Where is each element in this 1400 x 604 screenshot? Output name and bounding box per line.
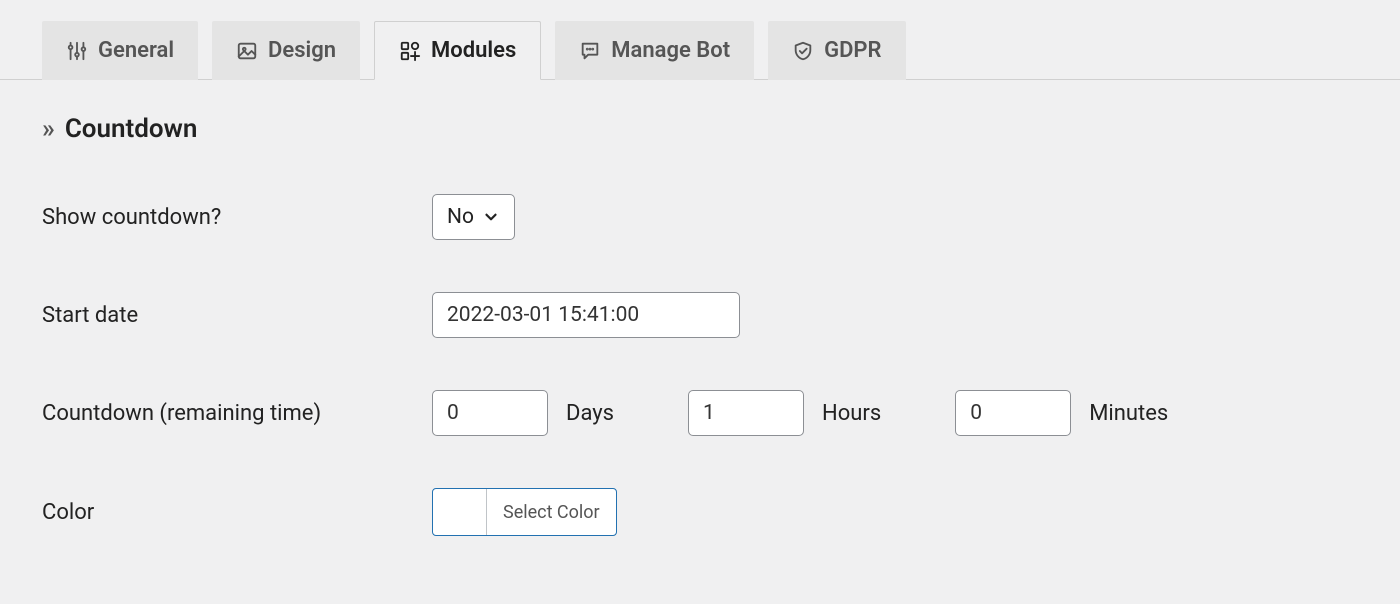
field-remaining-time: Days Hours Minutes: [432, 390, 1168, 436]
chat-icon: [579, 40, 601, 62]
field-show-countdown: No: [432, 194, 515, 240]
chevron-down-icon: [482, 208, 500, 226]
tab-manage-bot[interactable]: Manage Bot: [555, 21, 754, 80]
label-start-date: Start date: [42, 303, 432, 328]
image-icon: [236, 40, 258, 62]
row-remaining-time: Countdown (remaining time) Days Hours Mi…: [0, 364, 1400, 462]
tab-label: Manage Bot: [611, 38, 730, 63]
breadcrumb-raquo: »: [42, 114, 55, 144]
field-color: Select Color: [432, 488, 617, 536]
select-value: No: [447, 205, 474, 229]
tab-label: General: [98, 38, 174, 63]
section-title-text: Countdown: [65, 114, 198, 144]
input-days[interactable]: [432, 390, 548, 436]
label-color: Color: [42, 500, 432, 525]
color-picker-text: Select Color: [487, 502, 616, 523]
tab-general[interactable]: General: [42, 21, 198, 80]
row-color: Color Select Color: [0, 462, 1400, 562]
tab-modules[interactable]: Modules: [374, 21, 541, 80]
select-show-countdown[interactable]: No: [432, 194, 515, 240]
shield-icon: [792, 40, 814, 62]
tab-gdpr[interactable]: GDPR: [768, 21, 905, 80]
unit-days: Days: [566, 401, 614, 426]
form: Show countdown? No Start date Countdown …: [0, 144, 1400, 562]
label-remaining-time: Countdown (remaining time): [42, 401, 432, 426]
color-picker-button[interactable]: Select Color: [432, 488, 617, 536]
section-title: » Countdown: [0, 80, 1400, 144]
sliders-icon: [66, 40, 88, 62]
tab-label: Modules: [431, 38, 516, 63]
unit-minutes: Minutes: [1089, 401, 1168, 426]
input-minutes[interactable]: [955, 390, 1071, 436]
tab-design[interactable]: Design: [212, 21, 360, 80]
row-start-date: Start date: [0, 266, 1400, 364]
input-start-date[interactable]: [432, 292, 740, 338]
tab-label: Design: [268, 38, 336, 63]
color-swatch: [433, 489, 487, 535]
field-start-date: [432, 292, 740, 338]
row-show-countdown: Show countdown? No: [0, 168, 1400, 266]
tab-label: GDPR: [824, 38, 881, 63]
modules-icon: [399, 40, 421, 62]
input-hours[interactable]: [688, 390, 804, 436]
label-show-countdown: Show countdown?: [42, 205, 432, 230]
tabs-bar: General Design Modules: [0, 0, 1400, 80]
unit-hours: Hours: [822, 401, 881, 426]
